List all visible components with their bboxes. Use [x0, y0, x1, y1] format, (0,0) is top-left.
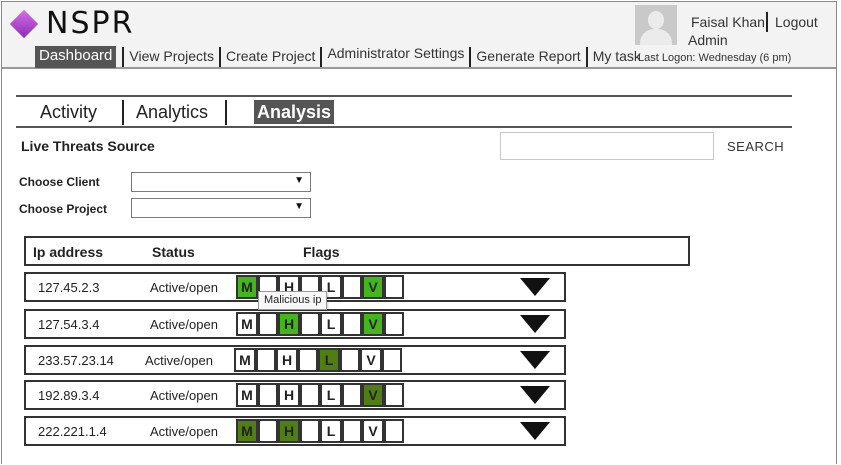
flag-v[interactable]: V — [362, 419, 384, 443]
chevron-down-icon: ▼ — [294, 201, 304, 212]
table-row: 127.54.3.4 Active/open M H L V — [24, 309, 566, 339]
flag-spacer — [382, 348, 402, 372]
ip-address-cell: 222.221.1.4 — [38, 424, 107, 439]
logo-diamond-icon — [9, 9, 39, 39]
user-role: Admin — [688, 32, 728, 48]
table-row: 233.57.23.14 Active/open M H L V — [24, 345, 566, 375]
flag-v[interactable]: V — [362, 275, 384, 299]
triangle-down-icon[interactable] — [520, 422, 550, 440]
tab-divider — [225, 100, 227, 125]
ip-address-cell: 127.45.2.3 — [38, 280, 100, 295]
flag-m[interactable]: M — [236, 383, 258, 407]
flag-spacer — [342, 383, 362, 407]
choose-client-label: Choose Client — [19, 175, 100, 189]
ip-address-cell: 127.54.3.4 — [38, 317, 100, 332]
search-button[interactable]: SEARCH — [727, 139, 784, 154]
flag-l[interactable]: L — [320, 383, 342, 407]
status-cell: Active/open — [150, 388, 218, 403]
nav-administrator-settings[interactable]: Administrator Settings — [323, 43, 468, 65]
flag-spacer — [300, 383, 320, 407]
user-silhouette-icon[interactable] — [635, 5, 677, 45]
triangle-down-icon[interactable] — [520, 278, 550, 296]
tab-analytics[interactable]: Analytics — [136, 100, 208, 124]
tooltip: Malicious ip — [258, 291, 328, 310]
nav-generate-report[interactable]: Generate Report — [472, 46, 584, 68]
col-flags: Flags — [303, 244, 340, 260]
flag-h[interactable]: H — [278, 383, 300, 407]
status-cell: Active/open — [150, 317, 218, 332]
client-select[interactable]: ▼ — [131, 172, 311, 192]
table-header: Ip address Status Flags — [24, 236, 690, 266]
nav-divider — [122, 47, 125, 67]
avatar-body — [640, 29, 672, 45]
flag-spacer — [384, 383, 404, 407]
triangle-down-icon[interactable] — [520, 315, 550, 333]
app-logo: NSPR — [46, 6, 135, 41]
nav-my-task[interactable]: My task — [589, 46, 645, 68]
flag-spacer — [342, 312, 362, 336]
nav-divider — [469, 47, 472, 67]
flag-spacer — [300, 312, 320, 336]
flag-m[interactable]: M — [236, 312, 258, 336]
triangle-down-icon[interactable] — [520, 351, 550, 369]
triangle-down-icon[interactable] — [520, 386, 550, 404]
status-cell: Active/open — [145, 353, 213, 368]
last-logon: Last Logon: Wednesday (6 pm) — [638, 52, 792, 64]
col-status: Status — [152, 244, 195, 260]
flag-spacer — [256, 348, 276, 372]
flag-spacer — [384, 419, 404, 443]
section-title: Live Threats Source — [21, 138, 155, 154]
nav-dashboard[interactable]: Dashboard — [35, 46, 117, 68]
flag-l[interactable]: L — [320, 312, 342, 336]
status-cell: Active/open — [150, 280, 218, 295]
flag-v[interactable]: V — [362, 312, 384, 336]
nav-divider — [218, 47, 221, 67]
table-row: 222.221.1.4 Active/open M H L V — [24, 416, 566, 446]
flag-v[interactable]: V — [360, 348, 382, 372]
search-input[interactable] — [500, 132, 714, 160]
flag-m[interactable]: M — [236, 419, 258, 443]
flag-spacer — [342, 275, 362, 299]
ip-address-cell: 233.57.23.14 — [38, 353, 114, 368]
col-ip-address: Ip address — [33, 244, 104, 260]
flag-spacer — [384, 275, 404, 299]
main-nav: Dashboard View Projects Create Project A… — [35, 43, 645, 68]
header: NSPR Dashboard View Projects Create Proj… — [2, 2, 836, 69]
avatar-head — [648, 11, 664, 29]
user-divider — [766, 12, 768, 32]
flag-v[interactable]: V — [362, 383, 384, 407]
flag-spacer — [258, 383, 278, 407]
flag-spacer — [300, 419, 320, 443]
choose-project-label: Choose Project — [19, 202, 108, 216]
tab-analysis[interactable]: Analysis — [254, 100, 335, 124]
flag-spacer — [342, 419, 362, 443]
nav-divider — [320, 47, 323, 67]
tab-divider — [122, 100, 124, 125]
flag-m[interactable]: M — [234, 348, 256, 372]
nav-create-project[interactable]: Create Project — [222, 46, 319, 68]
flag-h[interactable]: H — [278, 312, 300, 336]
flag-m[interactable]: M — [236, 275, 258, 299]
flag-spacer — [258, 312, 278, 336]
flag-spacer — [298, 348, 318, 372]
user-name: Faisal Khan — [691, 14, 765, 30]
ip-address-cell: 192.89.3.4 — [38, 388, 100, 403]
flag-l[interactable]: L — [318, 348, 340, 372]
project-select[interactable]: ▼ — [131, 198, 311, 218]
flag-h[interactable]: H — [278, 419, 300, 443]
tab-bar: Activity Analytics Analysis — [16, 95, 792, 128]
flag-l[interactable]: L — [320, 419, 342, 443]
flag-spacer — [384, 312, 404, 336]
nav-divider — [585, 47, 588, 67]
flag-spacer — [258, 419, 278, 443]
table-row: 192.89.3.4 Active/open M H L V — [24, 380, 566, 410]
flag-h[interactable]: H — [276, 348, 298, 372]
flag-spacer — [340, 348, 360, 372]
tab-activity[interactable]: Activity — [40, 100, 97, 124]
chevron-down-icon: ▼ — [294, 175, 304, 186]
status-cell: Active/open — [150, 424, 218, 439]
logout-link[interactable]: Logout — [775, 14, 818, 30]
nav-view-projects[interactable]: View Projects — [125, 46, 218, 68]
